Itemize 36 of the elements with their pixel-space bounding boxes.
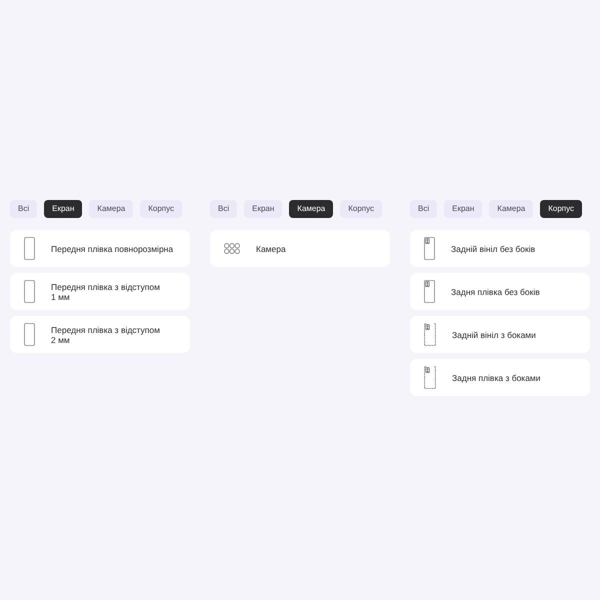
filter-tab[interactable]: Корпус — [140, 200, 182, 218]
phone-sides-icon — [424, 366, 436, 389]
filter-tab[interactable]: Екран — [444, 200, 482, 218]
filter-tab[interactable]: Всі — [10, 200, 38, 218]
option-card[interactable]: Задня плівка з боками — [410, 359, 590, 396]
option-card[interactable]: Задній вініл без боків — [410, 230, 590, 267]
phone-outline-icon — [24, 323, 35, 346]
filter-tab[interactable]: Камера — [489, 200, 534, 218]
phone-back-icon — [424, 237, 435, 260]
filter-tab[interactable]: Корпус — [540, 200, 582, 218]
filter-tab[interactable]: Всі — [410, 200, 438, 218]
option-title: Камера — [256, 244, 286, 254]
phone-outline-icon — [24, 280, 35, 303]
option-title: Задній вініл без боків — [451, 244, 536, 254]
filter-tab[interactable]: Екран — [244, 200, 282, 218]
option-title: Задня плівка без боків — [451, 286, 540, 296]
filter-tab[interactable]: Камера — [89, 200, 134, 218]
option-card[interactable]: Камера — [210, 230, 390, 267]
filter-tab[interactable]: Камера — [289, 200, 334, 218]
option-card[interactable]: Передня плівка з відступом 1 мм — [10, 273, 190, 310]
filter-tab[interactable]: Корпус — [340, 200, 382, 218]
option-title: Передня плівка з відступом 2 мм — [51, 324, 161, 344]
option-title: Передня плівка повнорозмірна — [51, 244, 174, 254]
option-card[interactable]: Передня плівка з відступом 2 мм — [10, 316, 190, 353]
option-title: Передня плівка з відступом 1 мм — [51, 282, 161, 302]
phone-outline-icon — [24, 237, 35, 260]
filter-tab[interactable]: Екран — [44, 200, 82, 218]
phone-back-icon — [424, 280, 435, 303]
option-card[interactable]: Задній вініл з боками — [410, 316, 590, 353]
option-card[interactable]: Передня плівка повнорозмірна — [10, 230, 190, 267]
option-title: Задній вініл з боками — [452, 330, 536, 340]
option-card[interactable]: Задня плівка без боків — [410, 273, 590, 310]
phone-sides-icon — [424, 323, 436, 346]
option-title: Задня плівка з боками — [452, 372, 541, 382]
filter-tab[interactable]: Всі — [210, 200, 238, 218]
camera-lenses-icon — [224, 243, 240, 254]
